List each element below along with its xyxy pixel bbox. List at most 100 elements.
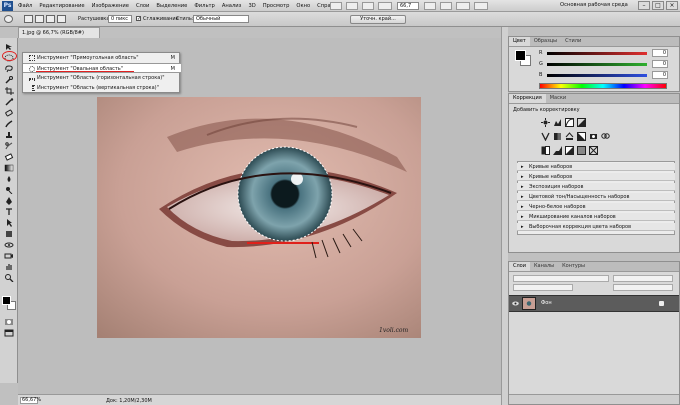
bridge-button[interactable] [330, 2, 342, 10]
preset-item[interactable]: Экспозиция наборов [517, 183, 675, 191]
opacity-field[interactable] [613, 275, 673, 282]
style-select[interactable]: Обычный [193, 15, 249, 23]
tab-swatches[interactable]: Образцы [530, 37, 561, 46]
invert-icon[interactable] [541, 146, 550, 155]
blend-mode-select[interactable] [513, 275, 609, 282]
posterize-icon[interactable] [553, 146, 562, 155]
hue-saturation-icon[interactable] [553, 132, 562, 141]
menu-layers[interactable]: Слои [136, 3, 149, 9]
tab-color[interactable]: Цвет [509, 37, 530, 46]
menu-file[interactable]: Файл [18, 3, 32, 9]
type-tool-icon[interactable] [4, 208, 14, 216]
red-slider[interactable]: R 0 [539, 49, 677, 58]
layer-row[interactable]: Фон [509, 295, 679, 312]
exposure-icon[interactable] [577, 118, 586, 127]
tab-adjustments[interactable]: Коррекция [509, 94, 546, 103]
red-value-input[interactable]: 0 [652, 49, 668, 57]
fill-field[interactable] [613, 284, 673, 291]
elliptical-marquee-preset-icon[interactable] [4, 15, 13, 23]
preset-item[interactable]: Кривые наборов [517, 163, 675, 171]
view-extras-button[interactable] [362, 2, 374, 10]
3d-rotate-tool-icon[interactable] [4, 241, 14, 249]
tab-channels[interactable]: Каналы [530, 262, 558, 271]
screen-mode-icon[interactable] [4, 329, 14, 337]
minimize-icon[interactable]: – [638, 1, 650, 10]
tab-masks[interactable]: Маски [546, 94, 570, 103]
quick-mask-icon[interactable] [4, 318, 14, 326]
subtract-selection-icon[interactable] [46, 15, 55, 23]
clone-stamp-tool-icon[interactable] [4, 131, 14, 139]
threshold-icon[interactable] [565, 146, 574, 155]
eye-visibility-icon[interactable] [512, 301, 519, 306]
3d-camera-tool-icon[interactable] [4, 252, 14, 260]
feather-input[interactable]: 0 пикс [108, 15, 132, 23]
quick-selection-tool-icon[interactable] [4, 76, 14, 84]
rectangular-marquee-option[interactable]: Инструмент "Прямоугольная область" M [23, 53, 181, 63]
menu-select[interactable]: Выделение [156, 3, 187, 9]
gradient-tool-icon[interactable] [4, 164, 14, 172]
screen-mode-button[interactable] [474, 2, 488, 10]
single-column-marquee-option[interactable]: Инструмент "Область (вертикальная строка… [23, 83, 181, 93]
eye-photo[interactable] [97, 97, 421, 338]
rectangle-tool-icon[interactable] [4, 230, 14, 238]
status-zoom-field[interactable]: 66,67% [20, 397, 41, 404]
preset-item[interactable]: Цветовой тон/Насыщенность наборов [517, 193, 675, 201]
foreground-color-swatch[interactable] [2, 296, 11, 305]
gradient-map-icon[interactable] [577, 146, 586, 155]
path-selection-tool-icon[interactable] [4, 219, 14, 227]
hand-tool-icon[interactable] [4, 263, 14, 271]
intersect-selection-icon[interactable] [57, 15, 66, 23]
blue-value-input[interactable]: 0 [652, 71, 668, 79]
zoom-tool-icon[interactable] [4, 274, 14, 282]
levels-icon[interactable] [553, 118, 562, 127]
color-panel-foreground-swatch[interactable] [515, 50, 526, 61]
maximize-icon[interactable]: □ [652, 1, 664, 10]
eyedropper-tool-icon[interactable] [4, 98, 14, 106]
healing-brush-tool-icon[interactable] [4, 109, 14, 117]
green-value-input[interactable]: 0 [652, 60, 668, 68]
tab-styles[interactable]: Стили [561, 37, 585, 46]
vibrance-icon[interactable] [541, 132, 550, 142]
brightness-contrast-icon[interactable] [541, 118, 550, 127]
eraser-tool-icon[interactable] [4, 153, 14, 161]
move-tool-icon[interactable] [4, 43, 14, 51]
lasso-tool-icon[interactable] [4, 65, 14, 73]
red-gradient-bar[interactable] [547, 52, 647, 55]
close-icon[interactable]: × [666, 1, 678, 10]
layer-name[interactable]: Фон [541, 300, 552, 306]
tab-layers[interactable]: Слои [509, 262, 530, 271]
single-row-marquee-option[interactable]: Инструмент "Область (горизонтальная стро… [23, 73, 181, 83]
menu-window[interactable]: Окно [296, 3, 310, 9]
curves-icon[interactable] [565, 118, 574, 127]
blue-gradient-bar[interactable] [547, 74, 647, 77]
color-spectrum-ramp[interactable] [539, 83, 667, 89]
zoom-tool-button[interactable] [378, 2, 392, 10]
tab-paths[interactable]: Контуры [558, 262, 589, 271]
pen-tool-icon[interactable] [4, 197, 14, 205]
green-slider[interactable]: G 0 [539, 60, 677, 69]
menu-filter[interactable]: Фильтр [194, 3, 215, 9]
color-balance-icon[interactable] [565, 132, 574, 141]
hand-tool-button[interactable] [424, 2, 436, 10]
new-selection-icon[interactable] [24, 15, 33, 23]
menu-image[interactable]: Изображение [92, 3, 129, 9]
black-white-icon[interactable] [577, 132, 586, 141]
preset-item[interactable]: Микширование каналов наборов [517, 213, 675, 221]
preset-item[interactable]: Черно-белое наборов [517, 203, 675, 211]
menu-edit[interactable]: Редактирование [39, 3, 84, 9]
blue-slider[interactable]: B 0 [539, 71, 677, 80]
antialias-checkbox[interactable]: ✓ [136, 16, 141, 22]
preset-item[interactable]: Кривые наборов [517, 173, 675, 181]
document-tab[interactable]: 1.jpg @ 66,7% (RGB/8#) [18, 27, 100, 38]
selective-color-icon[interactable] [589, 146, 598, 155]
rotate-view-button[interactable] [440, 2, 452, 10]
add-selection-icon[interactable] [35, 15, 44, 23]
channel-mixer-icon[interactable] [601, 132, 610, 141]
blur-tool-icon[interactable] [4, 175, 14, 183]
lock-controls[interactable] [513, 284, 573, 291]
history-brush-tool-icon[interactable] [4, 142, 14, 150]
menu-analysis[interactable]: Анализ [222, 3, 242, 9]
preset-item[interactable]: Выборочная коррекция цвета наборов [517, 223, 675, 231]
crop-tool-icon[interactable] [4, 87, 14, 95]
green-gradient-bar[interactable] [547, 63, 647, 66]
